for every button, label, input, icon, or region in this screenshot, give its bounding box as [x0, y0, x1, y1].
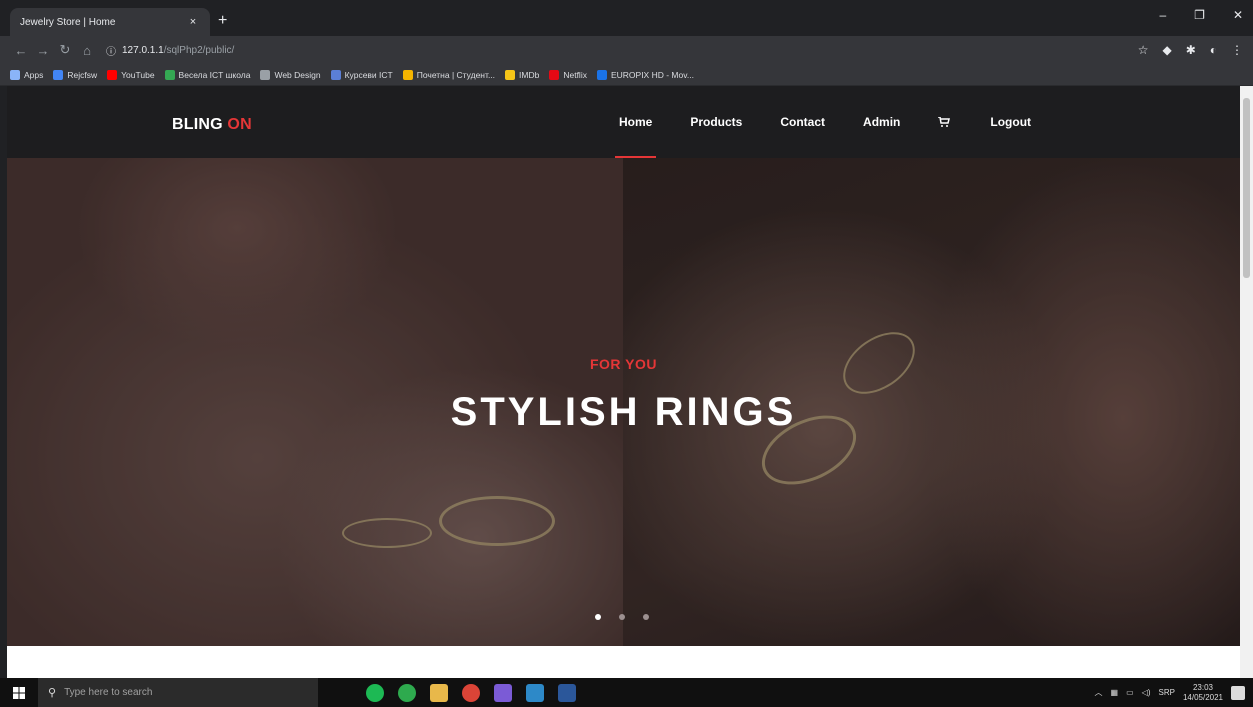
slider-dot[interactable]	[643, 614, 649, 620]
hero-title: STYLISH RINGS	[450, 390, 797, 434]
cart-icon[interactable]	[938, 117, 951, 127]
profile-icon[interactable]: ◐	[1210, 43, 1217, 57]
bookmark-item[interactable]: Почетна | Студент...	[402, 69, 495, 80]
page-viewport: BLING ON Home Products Contact Admin Log…	[7, 86, 1240, 678]
browser-toolbar-right: ☆ ◆ ✱ ◐ ⋮	[1138, 43, 1243, 57]
tray-expand-icon[interactable]: ︿	[1095, 687, 1103, 698]
bookmark-icon	[402, 69, 413, 80]
brand-logo[interactable]: BLING ON	[172, 116, 252, 134]
search-icon: ⚲	[48, 687, 57, 699]
word-icon[interactable]	[558, 683, 576, 702]
url-host: 127.0.1.1	[122, 44, 164, 56]
chrome-icon[interactable]	[462, 683, 480, 702]
bookmark-item[interactable]: Весела ICT школа	[164, 69, 250, 80]
clock[interactable]: 23:03 14/05/2021	[1183, 683, 1223, 703]
bookmark-item[interactable]: Rejcfsw	[53, 69, 97, 80]
bookmark-star-icon[interactable]: ☆	[1138, 43, 1149, 57]
nav-logout[interactable]: Logout	[990, 86, 1031, 158]
taskbar-search[interactable]: ⚲ Type here to search	[38, 678, 318, 707]
app-icon[interactable]	[398, 683, 416, 702]
window-controls: – ❐ ✕	[1159, 8, 1243, 22]
url-path: /sqlPhp2/public/	[163, 44, 235, 56]
volume-icon[interactable]: ◁)	[1142, 688, 1151, 697]
network-icon[interactable]: ▦	[1111, 688, 1119, 697]
reload-icon[interactable]: ↻	[54, 42, 76, 58]
forward-icon[interactable]: →	[32, 43, 54, 58]
maximize-icon[interactable]: ❐	[1194, 8, 1205, 22]
nav-products[interactable]: Products	[690, 86, 742, 158]
bookmark-icon	[596, 69, 607, 80]
nav-home[interactable]: Home	[614, 86, 657, 158]
ide-icon[interactable]	[494, 683, 512, 702]
minimize-icon[interactable]: –	[1159, 8, 1166, 22]
file-explorer-icon[interactable]	[430, 683, 448, 702]
scroll-thumb[interactable]	[1243, 98, 1250, 278]
extension-icon[interactable]: ◆	[1162, 43, 1171, 57]
site-header: BLING ON Home Products Contact Admin Log…	[7, 86, 1240, 158]
url-field[interactable]: ⓘ 127.0.1.1/sqlPhp2/public/	[106, 43, 234, 58]
search-placeholder: Type here to search	[64, 687, 153, 698]
close-window-icon[interactable]: ✕	[1233, 8, 1243, 22]
bookmark-item[interactable]: Netflix	[549, 69, 587, 80]
notification-icon[interactable]	[1231, 685, 1245, 700]
bookmark-icon	[164, 69, 175, 80]
windows-start-icon[interactable]	[0, 678, 38, 707]
nav-admin[interactable]: Admin	[863, 86, 900, 158]
folder-icon	[260, 69, 271, 80]
browser-menu-icon[interactable]: ⋮	[1231, 43, 1243, 57]
windows-taskbar: ⚲ Type here to search ︿ ▦ ▭ ◁) SRP 23:03…	[0, 678, 1253, 707]
back-icon[interactable]: ←	[10, 43, 32, 58]
slider-dots	[595, 614, 649, 620]
address-bar: ← → ↻ ⌂ ⓘ 127.0.1.1/sqlPhp2/public/ ☆ ◆ …	[0, 36, 1253, 64]
hero-slider: FOR YOU STYLISH RINGS	[7, 158, 1240, 646]
bookmark-item[interactable]: EUROPIX HD - Mov...	[596, 69, 694, 80]
taskbar-apps	[366, 683, 576, 702]
extensions-puzzle-icon[interactable]: ✱	[1186, 43, 1196, 57]
home-icon[interactable]: ⌂	[76, 43, 98, 58]
netflix-icon	[549, 69, 560, 80]
browser-tab[interactable]: Jewelry Store | Home ×	[10, 8, 210, 36]
battery-icon[interactable]: ▭	[1126, 688, 1134, 697]
browser-tab-bar: Jewelry Store | Home × + – ❐ ✕	[0, 0, 1253, 36]
bookmark-item[interactable]: Курсеви ICT	[330, 69, 393, 80]
bookmarks-bar: Apps Rejcfsw YouTube Весела ICT школа We…	[0, 64, 1253, 86]
youtube-icon	[107, 69, 118, 80]
nav-contact[interactable]: Contact	[780, 86, 825, 158]
spotify-icon[interactable]	[366, 683, 384, 702]
info-icon[interactable]: ⓘ	[106, 43, 116, 58]
tab-close-icon[interactable]: ×	[186, 16, 200, 28]
bookmark-icon	[53, 69, 64, 80]
system-tray: ︿ ▦ ▭ ◁) SRP 23:03 14/05/2021	[1095, 683, 1253, 703]
bookmark-icon	[330, 69, 341, 80]
photos-icon[interactable]	[526, 683, 544, 702]
page-scrollbar[interactable]	[1240, 86, 1253, 678]
imdb-icon	[505, 69, 516, 80]
bookmark-item[interactable]: Apps	[10, 69, 43, 80]
bookmark-item[interactable]: IMDb	[505, 69, 539, 80]
tab-title: Jewelry Store | Home	[20, 16, 116, 28]
slider-dot[interactable]	[619, 614, 625, 620]
bookmark-item[interactable]: YouTube	[107, 69, 155, 80]
slider-dot[interactable]	[595, 614, 601, 620]
apps-icon	[10, 69, 20, 80]
bookmark-item[interactable]: Web Design	[260, 69, 321, 80]
language-indicator[interactable]: SRP	[1159, 688, 1175, 697]
new-tab-icon[interactable]: +	[218, 12, 227, 30]
hero-subtitle: FOR YOU	[589, 356, 658, 372]
main-menu: Home Products Contact Admin Logout	[614, 86, 1069, 158]
